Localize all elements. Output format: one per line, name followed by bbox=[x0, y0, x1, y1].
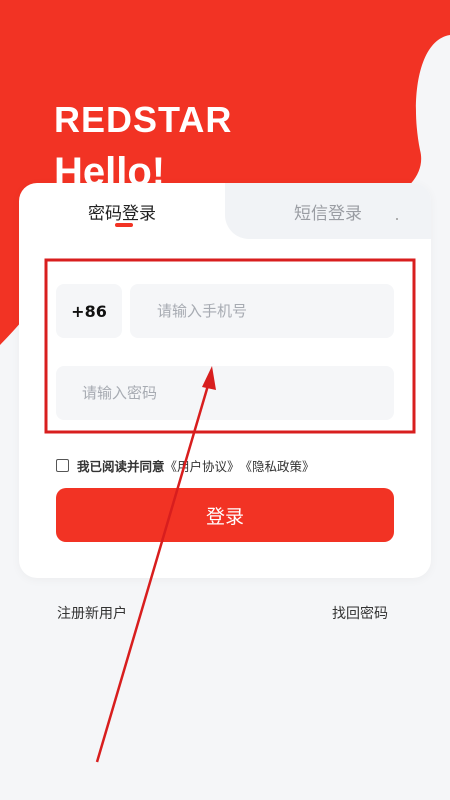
privacy-policy-link[interactable]: 《隐私政策》 bbox=[240, 456, 315, 475]
login-card: 密码登录 短信登录 +86 我已阅读并同意 《用户协议》 《隐私政策》 登录 bbox=[19, 183, 431, 578]
decorative-dot bbox=[396, 218, 398, 220]
agreement-prefix: 我已阅读并同意 bbox=[77, 458, 165, 474]
register-link[interactable]: 注册新用户 bbox=[57, 603, 127, 623]
tab-password-login-label: 密码登录 bbox=[88, 203, 156, 224]
country-code-selector[interactable]: +86 bbox=[56, 284, 122, 338]
agreement-row: 我已阅读并同意 《用户协议》 《隐私政策》 bbox=[56, 455, 315, 475]
phone-input[interactable] bbox=[130, 284, 394, 338]
active-tab-indicator bbox=[115, 223, 133, 227]
password-input[interactable] bbox=[56, 366, 394, 420]
tab-sms-login-label: 短信登录 bbox=[294, 203, 362, 224]
brand-logo: REDSTAR bbox=[54, 99, 233, 140]
tab-password-login[interactable]: 密码登录 bbox=[19, 183, 225, 239]
login-button[interactable]: 登录 bbox=[56, 488, 394, 542]
unchecked-checkbox-icon[interactable] bbox=[56, 458, 69, 472]
tab-sms-login[interactable]: 短信登录 bbox=[225, 183, 431, 239]
forgot-password-link[interactable]: 找回密码 bbox=[332, 603, 388, 623]
user-agreement-link[interactable]: 《用户协议》 bbox=[165, 456, 240, 475]
